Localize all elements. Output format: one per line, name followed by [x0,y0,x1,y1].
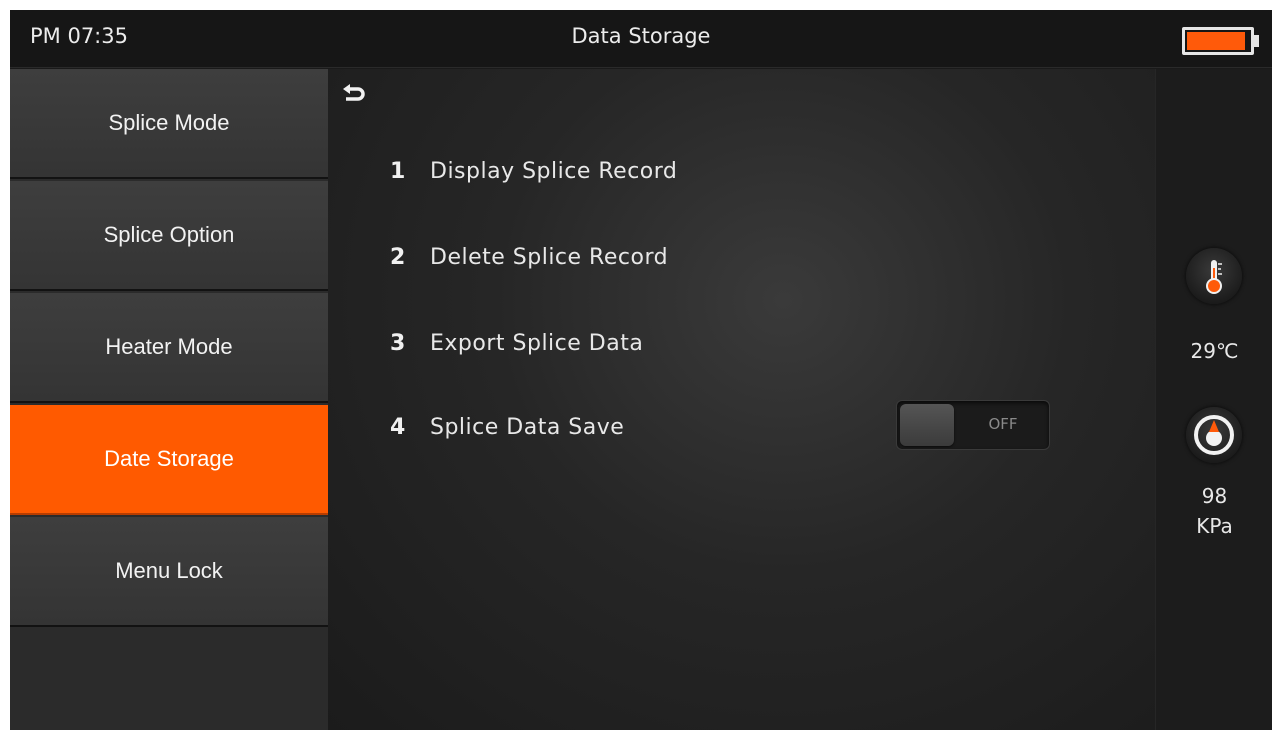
toggle-state-label: OFF [988,415,1018,433]
option-display-splice-record[interactable]: 1 Display Splice Record [390,151,677,191]
return-arrow-icon[interactable] [340,81,368,109]
option-export-splice-data[interactable]: 3 Export Splice Data [390,323,643,363]
status-panel: 29℃ 98 KPa [1155,69,1272,730]
option-number: 3 [390,330,406,356]
sidebar-item-splice-mode[interactable]: Splice Mode [10,69,328,179]
option-label: Display Splice Record [430,158,678,184]
thermometer-icon [1186,248,1242,304]
option-number: 1 [390,158,406,184]
temperature-value: 29℃ [1190,339,1239,363]
main-panel: 1 Display Splice Record 2 Delete Splice … [328,69,1155,730]
pressure-readout: 98 KPa [1156,481,1272,541]
device-screen: PM 07:35 Data Storage Splice Mode Splice… [10,10,1272,730]
pressure-unit: KPa [1196,514,1233,538]
status-bar: PM 07:35 Data Storage [10,10,1272,68]
sidebar-item-heater-mode[interactable]: Heater Mode [10,293,328,403]
pressure-value: 98 [1201,484,1228,508]
battery-icon [1182,27,1260,55]
option-label: Delete Splice Record [430,244,669,270]
option-label: Splice Data Save [430,414,625,440]
sidebar-item-splice-option[interactable]: Splice Option [10,181,328,291]
option-number: 4 [390,414,406,440]
option-number: 2 [390,244,406,270]
pressure-gauge-icon [1186,407,1242,463]
splice-data-save-toggle[interactable]: OFF [896,400,1050,450]
option-delete-splice-record[interactable]: 2 Delete Splice Record [390,237,668,277]
sidebar-item-menu-lock[interactable]: Menu Lock [10,517,328,627]
page-title: Data Storage [571,24,711,48]
sidebar-item-date-storage[interactable]: Date Storage [10,405,328,515]
option-label: Export Splice Data [430,330,644,356]
option-splice-data-save[interactable]: 4 Splice Data Save [390,407,624,447]
toggle-knob [900,404,954,446]
sidebar: Splice Mode Splice Option Heater Mode Da… [10,69,328,730]
